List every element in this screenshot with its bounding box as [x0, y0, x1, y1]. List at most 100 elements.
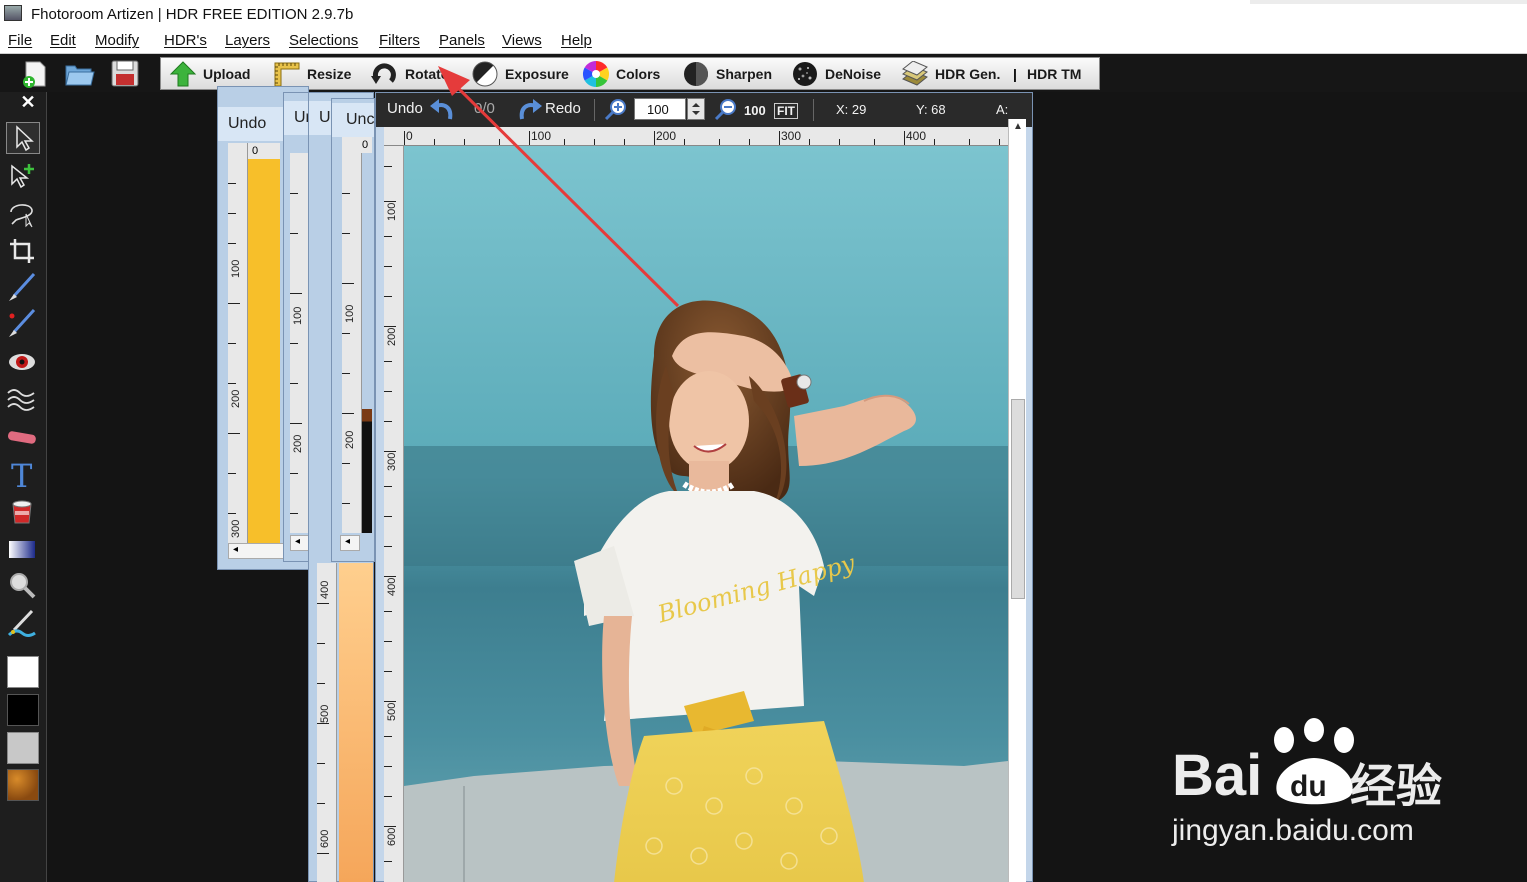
eraser-tool[interactable] [6, 422, 40, 454]
doc1-ruler-200: 200 [230, 389, 242, 408]
lasso-icon [10, 204, 33, 228]
hruler-100: 100 [531, 129, 552, 143]
colors-label: Colors [616, 66, 661, 82]
menu-layers[interactable]: Layers [225, 32, 270, 49]
menu-bar: File Edit Modify HDR's Layers Selections… [0, 30, 1527, 54]
zoom-in-icon[interactable] [604, 98, 628, 122]
menu-hdrs[interactable]: HDR's [164, 32, 207, 49]
primary-color-swatch[interactable] [7, 656, 39, 688]
watermark-url: jingyan.baidu.com [1172, 814, 1414, 847]
document-window-4[interactable]: Unc 0 100 200 300 ◂ [331, 98, 375, 562]
doc2-scroll-left-icon[interactable]: ◂ [290, 535, 310, 551]
doc1-undo[interactable]: Undo [228, 115, 266, 133]
menu-panels[interactable]: Panels [439, 32, 485, 49]
svg-text:T: T [11, 458, 33, 490]
menu-filters[interactable]: Filters [379, 32, 420, 49]
watermark-brand-cn: 经验 [1350, 760, 1442, 812]
fit-button[interactable]: FIT [774, 103, 798, 119]
doc3-header: U [309, 101, 333, 135]
menu-edit[interactable]: Edit [50, 32, 76, 49]
rotate-button[interactable]: Rotate [371, 61, 449, 87]
actual-size-button[interactable]: 100 [744, 103, 766, 118]
resize-button[interactable]: Resize [273, 61, 351, 87]
text-tool[interactable]: T [6, 457, 40, 495]
horizontal-ruler: 0 100 200 300 400 [384, 127, 1024, 146]
undo-button[interactable]: Undo [387, 100, 423, 117]
svg-text:du: du [1290, 770, 1327, 803]
main-document-window[interactable]: Undo 0/0 Redo 100 100 FIT X: 29 Y: 68 A:… [375, 92, 1033, 882]
sharpen-button[interactable]: Sharpen [682, 61, 772, 87]
red-brush-tool[interactable] [6, 308, 40, 340]
texture-swatch[interactable] [7, 769, 39, 801]
red-eye-tool[interactable] [6, 347, 40, 379]
gradient-tool[interactable] [6, 534, 40, 566]
document-toolbar: Undo 0/0 Redo 100 100 FIT X: 29 Y: 68 A: [376, 93, 1032, 127]
vruler-300: 300 [386, 452, 398, 471]
doc1-image [248, 159, 280, 543]
exposure-button[interactable]: Exposure [471, 61, 569, 87]
color-picker-tool[interactable] [6, 608, 40, 640]
brush-tool[interactable] [6, 272, 40, 304]
watermark-brand: Bai [1172, 743, 1263, 808]
rotate-label: Rotate [405, 66, 449, 82]
denoise-button[interactable]: DeNoise [791, 61, 881, 87]
doc4-undo[interactable]: Unc [346, 111, 374, 129]
doc1-vertical-ruler: 100 200 300 [228, 143, 248, 543]
paint-bucket-tool[interactable] [6, 496, 40, 528]
close-panel-button[interactable]: ✕ [18, 92, 38, 112]
menu-views[interactable]: Views [502, 32, 542, 49]
vruler-600: 600 [386, 827, 398, 846]
zoom-spinner[interactable] [687, 98, 705, 120]
save-button[interactable] [109, 58, 141, 88]
open-folder-button[interactable] [63, 58, 95, 88]
colors-button[interactable]: Colors [582, 61, 660, 87]
hdr-gen-button[interactable]: HDR Gen. [901, 61, 1000, 87]
hdr-tm-button[interactable]: HDR TM [1027, 61, 1081, 87]
doc3-vertical-ruler: 400 500 600 [317, 563, 337, 882]
neutral-color-swatch[interactable] [7, 732, 39, 764]
crop-tool[interactable] [6, 236, 40, 268]
denoise-icon [793, 62, 817, 86]
zoom-input[interactable]: 100 [634, 98, 686, 120]
photo-canvas[interactable]: Blooming Happy [404, 146, 1008, 882]
history-counter: 0/0 [474, 100, 495, 117]
brush-icon [9, 272, 36, 301]
menu-help[interactable]: Help [561, 32, 592, 49]
upload-label: Upload [203, 66, 251, 82]
redo-arrow-icon[interactable] [516, 97, 544, 123]
menu-file[interactable]: File [8, 32, 32, 49]
doc4-header: Unc [332, 103, 374, 137]
doc3-undo[interactable]: U [319, 109, 331, 127]
doc1-scroll-left-icon[interactable]: ◂ [233, 544, 238, 555]
zoom-icon [10, 573, 36, 599]
zoom-tool[interactable] [6, 570, 40, 602]
secondary-color-swatch[interactable] [7, 694, 39, 726]
redo-button[interactable]: Redo [545, 100, 581, 117]
scroll-thumb[interactable] [1011, 399, 1025, 599]
text-icon: T [11, 457, 33, 495]
scroll-up-icon[interactable]: ▲ [1013, 121, 1023, 132]
zoom-out-icon[interactable] [714, 98, 738, 122]
doc4-scroll-left-icon[interactable]: ◂ [340, 535, 360, 551]
undo-arrow-icon[interactable] [428, 97, 456, 123]
hdr-gen-label: HDR Gen. [935, 66, 1001, 82]
sharpen-icon [684, 62, 708, 86]
wave-icon [7, 389, 35, 411]
doc4-ruler-zero: 0 [342, 137, 372, 153]
lasso-tool[interactable] [6, 198, 40, 230]
upload-button[interactable]: Upload [169, 61, 250, 87]
menu-modify[interactable]: Modify [95, 32, 139, 49]
ruler-icon [274, 62, 300, 87]
wave-tool[interactable] [6, 384, 40, 416]
new-file-button[interactable] [18, 58, 50, 88]
photo-of-woman: Blooming Happy [404, 146, 1008, 882]
crop-icon [10, 239, 34, 263]
menu-selections[interactable]: Selections [289, 32, 358, 49]
rotate-arrow-icon [371, 63, 396, 84]
toolbar-divider [594, 99, 595, 121]
vertical-scrollbar[interactable]: ▲ [1008, 119, 1026, 882]
add-pointer-tool[interactable] [6, 160, 40, 192]
hruler-0: 0 [406, 129, 413, 143]
pointer-tool[interactable] [6, 122, 40, 154]
doc3-image [339, 563, 373, 882]
